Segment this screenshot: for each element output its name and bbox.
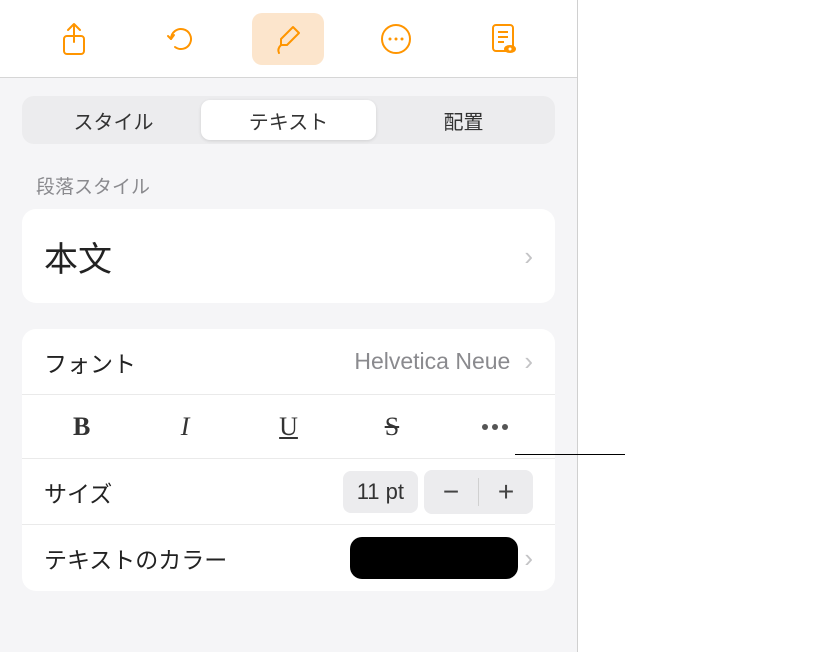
- text-color-label: テキストのカラー: [44, 541, 227, 575]
- format-brush-button[interactable]: [252, 13, 324, 65]
- size-decrease-button[interactable]: −: [424, 470, 478, 514]
- tab-arrange[interactable]: 配置: [376, 100, 551, 140]
- strikethrough-button[interactable]: S: [340, 395, 443, 458]
- text-color-swatch[interactable]: [350, 537, 518, 579]
- bold-button[interactable]: B: [30, 395, 133, 458]
- top-toolbar: [0, 0, 577, 78]
- format-panel: スタイル テキスト 配置 段落スタイル 本文 › フォント Helvetica …: [0, 0, 578, 652]
- chevron-right-icon: ›: [524, 543, 533, 574]
- undo-button[interactable]: [145, 13, 217, 65]
- paragraph-style-row[interactable]: 本文 ›: [22, 209, 555, 303]
- size-value[interactable]: 11 pt: [343, 471, 418, 513]
- paragraph-style-section-label: 段落スタイル: [36, 172, 541, 199]
- text-color-row[interactable]: テキストのカラー ›: [22, 525, 555, 591]
- tab-text[interactable]: テキスト: [201, 100, 376, 140]
- tab-style[interactable]: スタイル: [26, 100, 201, 140]
- paragraph-style-value: 本文: [44, 232, 112, 281]
- undo-icon: [165, 23, 197, 55]
- share-button[interactable]: [38, 13, 110, 65]
- underline-button[interactable]: U: [237, 395, 340, 458]
- more-format-button[interactable]: [444, 395, 547, 458]
- document-view-button[interactable]: [467, 13, 539, 65]
- font-label: フォント: [44, 345, 136, 379]
- more-circle-icon: [380, 23, 412, 55]
- text-format-row: B I U S: [22, 395, 555, 459]
- font-settings-card: フォント Helvetica Neue › B I U S サイズ 11 pt …: [22, 329, 555, 591]
- callout-line: [515, 454, 625, 455]
- ellipsis-icon: [482, 424, 508, 430]
- document-view-icon: [488, 22, 518, 56]
- chevron-right-icon: ›: [524, 346, 533, 377]
- size-stepper: − +: [424, 470, 533, 514]
- format-tabs: スタイル テキスト 配置: [22, 96, 555, 144]
- size-row: サイズ 11 pt − +: [22, 459, 555, 525]
- chevron-right-icon: ›: [524, 241, 533, 272]
- size-increase-button[interactable]: +: [479, 470, 533, 514]
- share-icon: [60, 22, 88, 56]
- font-value: Helvetica Neue: [354, 348, 510, 375]
- size-label: サイズ: [44, 475, 112, 509]
- brush-icon: [273, 23, 303, 55]
- paragraph-style-card: 本文 ›: [22, 209, 555, 303]
- italic-button[interactable]: I: [133, 395, 236, 458]
- more-toolbar-button[interactable]: [360, 13, 432, 65]
- font-row[interactable]: フォント Helvetica Neue ›: [22, 329, 555, 395]
